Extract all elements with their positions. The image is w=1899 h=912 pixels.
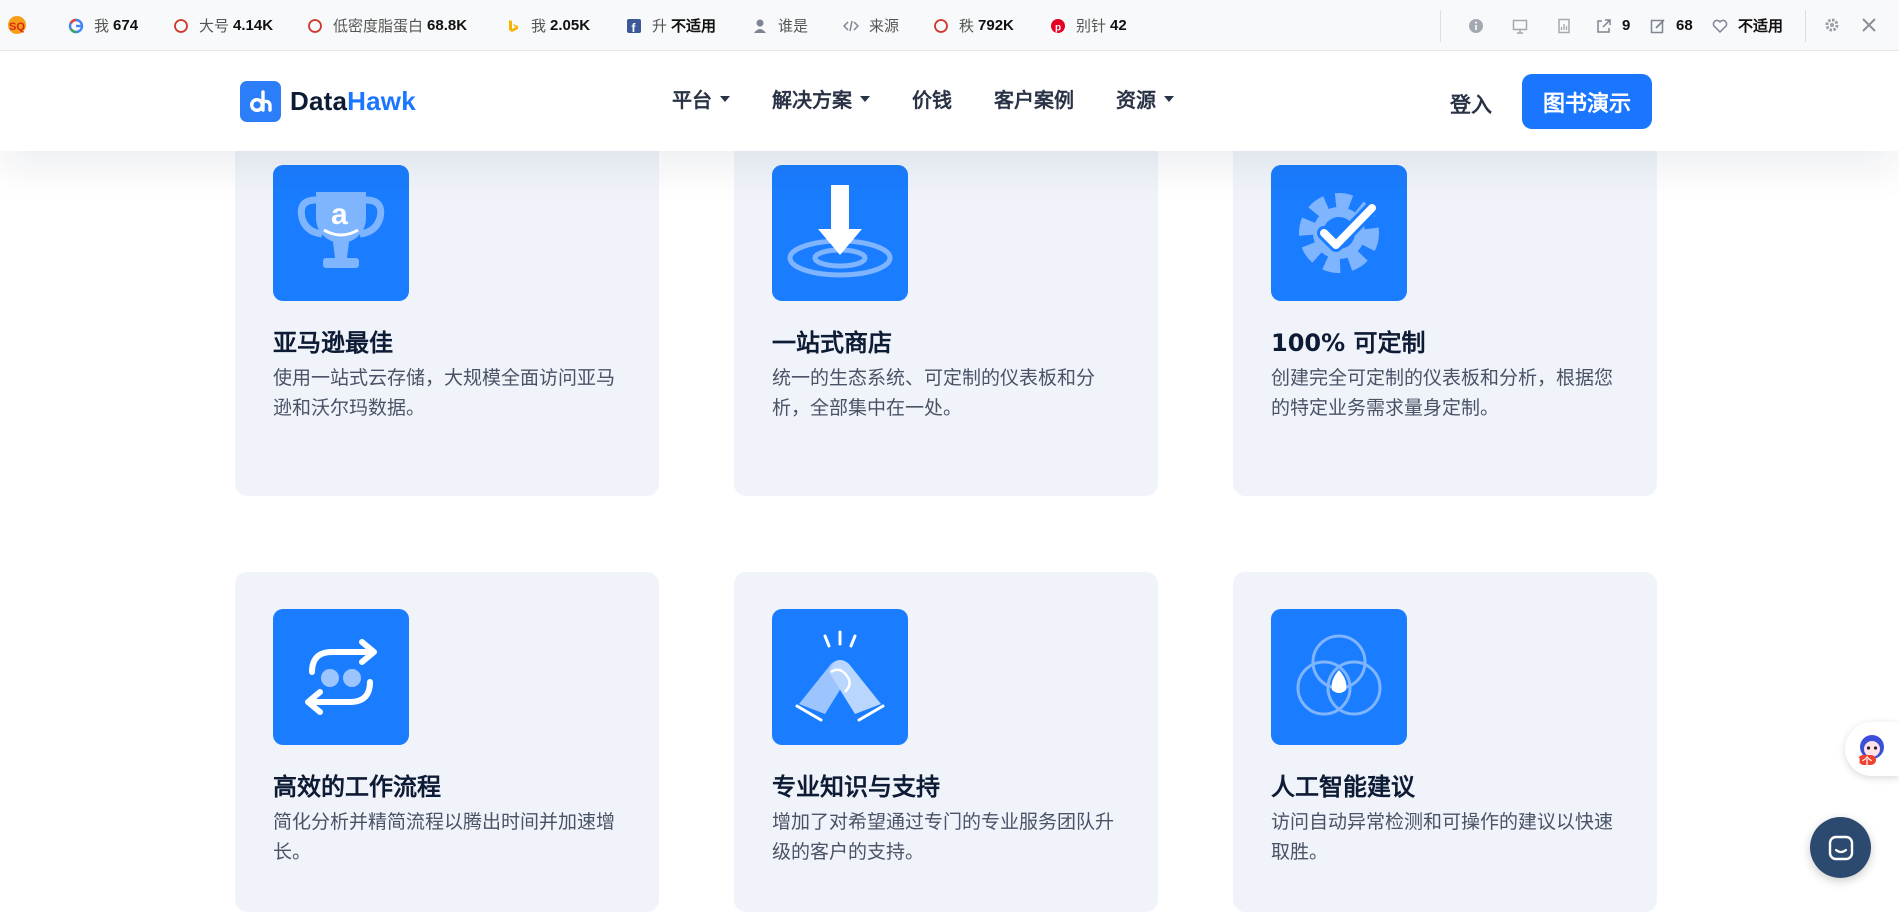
brand-name: DataHawk xyxy=(290,86,416,117)
feature-description: 增加了对希望通过专门的专业服务团队升级的客户的支持。 xyxy=(772,811,1115,863)
feature-title: 高效的工作流程 xyxy=(273,773,441,801)
code-icon xyxy=(843,18,859,34)
chat-icon xyxy=(1828,835,1853,860)
feature-title: 100% 可定制 xyxy=(1271,329,1426,357)
feature-card: 100% 可定制 创建完全可定制的仪表板和分析，根据您的特定业务需求量身定制。 xyxy=(1233,130,1657,496)
nav-label: 资源 xyxy=(1116,88,1156,112)
caret-down-icon xyxy=(860,95,870,102)
toolbar-divider xyxy=(1805,10,1806,42)
feature-title: 专业知识与支持 xyxy=(772,773,940,801)
seo-item-pinterest[interactable]: p 别针 42 xyxy=(1050,0,1127,51)
seo-item-external-links[interactable]: 9 xyxy=(1596,0,1630,51)
nav-label: 价钱 xyxy=(912,88,952,112)
google-icon xyxy=(68,18,84,34)
svg-text:a: a xyxy=(331,198,348,231)
venn-ai-icon xyxy=(1271,609,1407,745)
seo-item-monitor[interactable] xyxy=(1512,0,1538,51)
main-nav: 平台 解决方案 价钱 客户案例 资源 xyxy=(672,84,1216,113)
side-assistant-widget[interactable]: 1个 xyxy=(1845,722,1899,776)
brand-name-accent: Hawk xyxy=(347,86,416,116)
seo-item-rank[interactable]: 秩 792K xyxy=(933,0,1014,51)
page-icon xyxy=(1556,18,1572,34)
feature-card: 人工智能建议 访问自动异常检测和可操作的建议以快速取胜。 xyxy=(1233,572,1657,912)
feature-title: 一站式商店 xyxy=(772,329,892,357)
svg-text:SQ: SQ xyxy=(9,21,25,33)
circle-icon xyxy=(173,18,189,34)
pinterest-icon: p xyxy=(1050,18,1066,34)
book-demo-button[interactable]: 图书演示 xyxy=(1522,74,1652,129)
workflow-cycle-icon xyxy=(273,609,409,745)
seo-item-page[interactable] xyxy=(1556,0,1582,51)
facebook-icon: f xyxy=(626,18,642,34)
seo-item-source[interactable]: 来源 xyxy=(843,0,903,51)
user-icon xyxy=(752,18,768,34)
seo-item-health[interactable]: 不适用 xyxy=(1712,0,1783,51)
nav-item-pricing[interactable]: 价钱 xyxy=(912,84,952,113)
info-icon xyxy=(1468,18,1484,34)
feature-card: a 亚马逊最佳 使用一站式云存储，大规模全面访问亚马逊和沃尔玛数据。 xyxy=(235,130,659,496)
seo-item-info[interactable] xyxy=(1468,0,1494,51)
amazon-trophy-icon: a xyxy=(273,165,409,301)
caret-down-icon xyxy=(1164,95,1174,102)
feature-card: 专业知识与支持 增加了对希望通过专门的专业服务团队升级的客户的支持。 xyxy=(734,572,1158,912)
seo-item-edits[interactable]: 68 xyxy=(1650,0,1693,51)
nav-item-solutions[interactable]: 解决方案 xyxy=(772,84,870,113)
seo-item-google-index[interactable]: 我 674 xyxy=(68,0,138,51)
svg-text:p: p xyxy=(1055,22,1061,33)
nav-item-resources[interactable]: 资源 xyxy=(1116,84,1174,113)
circle-icon xyxy=(933,18,949,34)
site-header: DataHawk 平台 解决方案 价钱 客户案例 资源 登入 图书演示 xyxy=(0,51,1899,151)
seoquake-logo-icon[interactable]: SQ xyxy=(6,14,28,36)
side-widget-badge: 1个 xyxy=(1855,757,1872,768)
chat-launcher-button[interactable] xyxy=(1810,817,1871,878)
seo-toolbar: SQ 我 674 大号 4.14K 低密度脂蛋白 68.8K 我 2.05K f… xyxy=(0,0,1899,51)
datahawk-logo-icon xyxy=(240,81,281,122)
download-target-icon xyxy=(772,165,908,301)
seo-item-ldp[interactable]: 低密度脂蛋白 68.8K xyxy=(307,0,467,51)
close-icon[interactable] xyxy=(1861,17,1877,33)
edit-icon xyxy=(1650,18,1666,34)
toolbar-divider xyxy=(1440,10,1441,42)
caret-down-icon xyxy=(720,95,730,102)
seo-item-whois[interactable]: 谁是 xyxy=(752,0,812,51)
external-link-icon xyxy=(1596,18,1612,34)
brand-logo[interactable]: DataHawk xyxy=(240,81,416,122)
feature-title: 亚马逊最佳 xyxy=(273,329,393,357)
bing-icon xyxy=(505,18,521,34)
gear-check-icon xyxy=(1271,165,1407,301)
seo-item-facebook[interactable]: f 升 不适用 xyxy=(626,0,716,51)
seo-item-links[interactable]: 大号 4.14K xyxy=(173,0,273,51)
feature-card: 一站式商店 统一的生态系统、可定制的仪表板和分析，全部集中在一处。 xyxy=(734,130,1158,496)
monitor-icon xyxy=(1512,18,1528,34)
circle-icon xyxy=(307,18,323,34)
handshake-icon xyxy=(772,609,908,745)
feature-card: 高效的工作流程 简化分析并精简流程以腾出时间并加速增长。 xyxy=(235,572,659,912)
heart-icon xyxy=(1712,18,1728,34)
feature-title: 人工智能建议 xyxy=(1271,773,1415,801)
feature-description: 访问自动异常检测和可操作的建议以快速取胜。 xyxy=(1271,811,1614,863)
nav-label: 平台 xyxy=(672,88,712,112)
nav-label: 客户案例 xyxy=(994,88,1074,112)
settings-gear-icon[interactable] xyxy=(1824,17,1840,33)
brand-name-main: Data xyxy=(290,86,348,116)
feature-description: 使用一站式云存储，大规模全面访问亚马逊和沃尔玛数据。 xyxy=(273,367,616,419)
feature-description: 简化分析并精简流程以腾出时间并加速增长。 xyxy=(273,811,616,863)
nav-label: 解决方案 xyxy=(772,88,852,112)
feature-description: 统一的生态系统、可定制的仪表板和分析，全部集中在一处。 xyxy=(772,367,1096,419)
nav-item-case-studies[interactable]: 客户案例 xyxy=(994,84,1074,113)
seo-item-bing-index[interactable]: 我 2.05K xyxy=(505,0,590,51)
nav-item-platform[interactable]: 平台 xyxy=(672,84,730,113)
login-link[interactable]: 登入 xyxy=(1450,89,1492,119)
feature-description: 创建完全可定制的仪表板和分析，根据您的特定业务需求量身定制。 xyxy=(1271,367,1614,419)
